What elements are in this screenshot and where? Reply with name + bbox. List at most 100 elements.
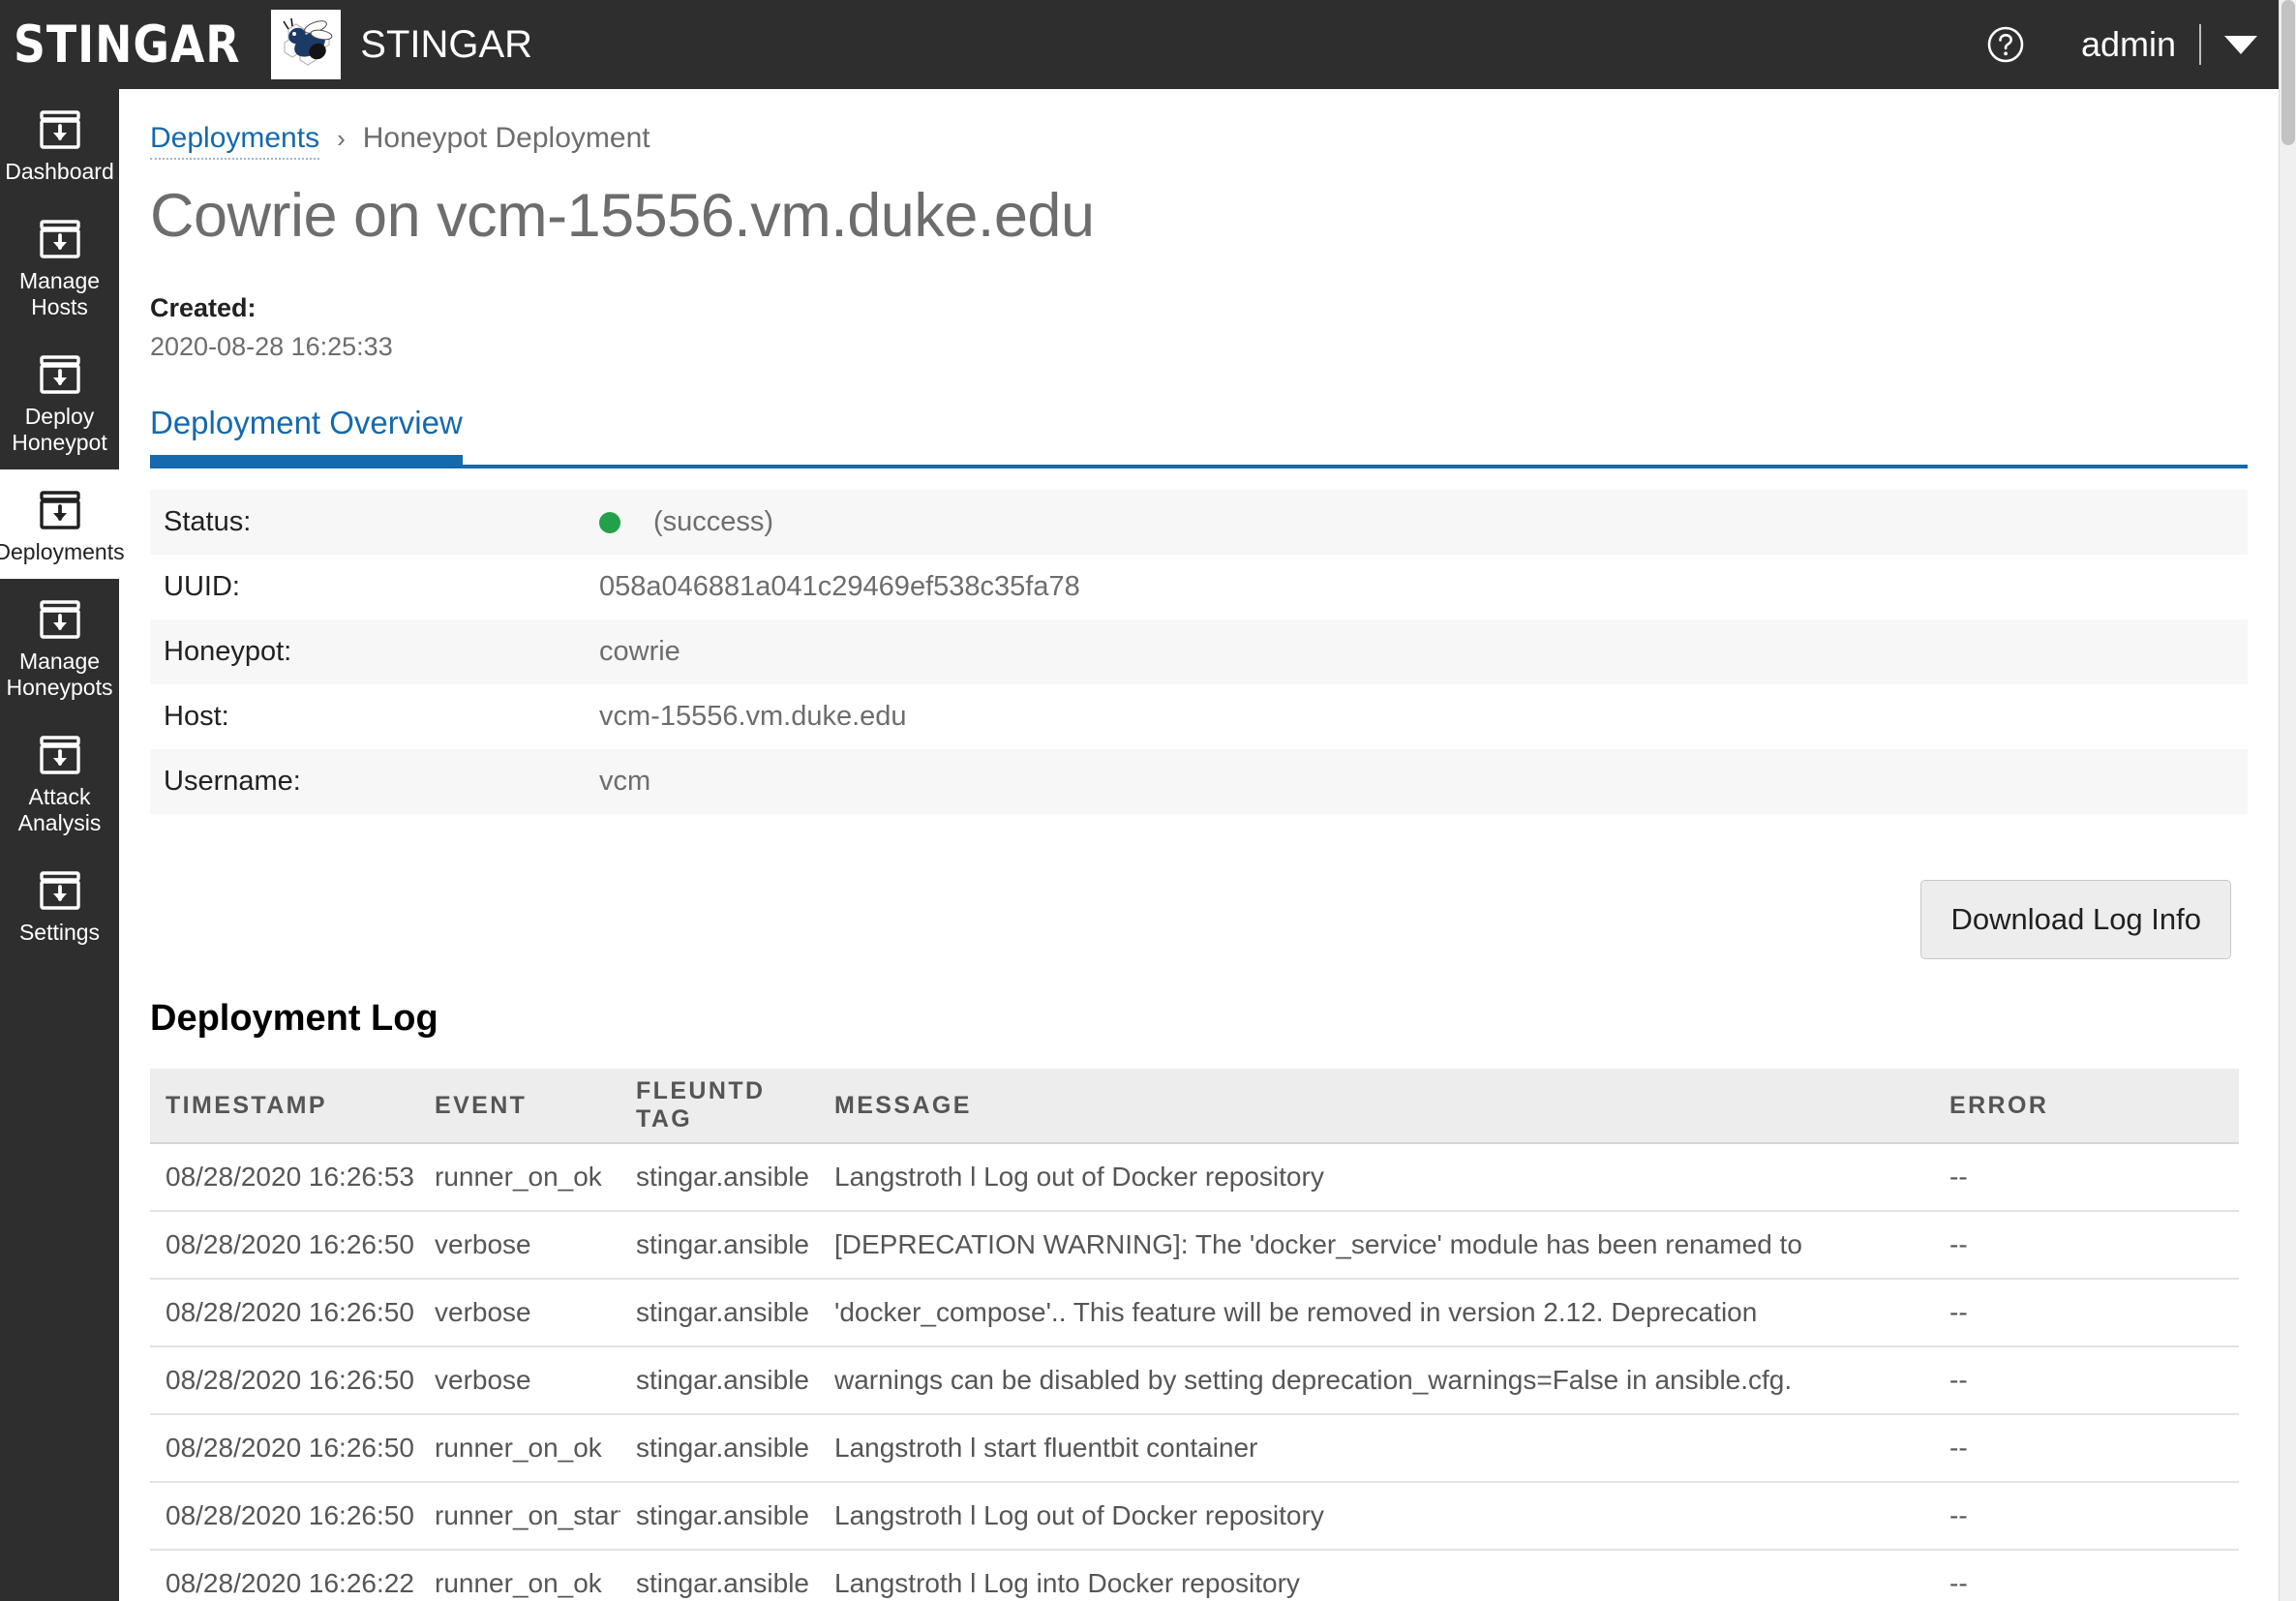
log-cell-error: -- bbox=[1934, 1212, 2239, 1280]
log-cell-timestamp: 08/28/2020 16:26:50 bbox=[150, 1415, 419, 1483]
log-cell-timestamp: 08/28/2020 16:26:50 bbox=[150, 1347, 419, 1415]
tab-deployment-overview[interactable]: Deployment Overview bbox=[150, 405, 463, 468]
log-cell-message: 'docker_compose'.. This feature will be … bbox=[819, 1280, 1934, 1347]
overview-value-text: vcm-15556.vm.duke.edu bbox=[599, 701, 907, 732]
log-cell-event: runner_on_ok bbox=[419, 1551, 620, 1601]
brand-wordmark: STINGAR bbox=[14, 15, 241, 75]
overview-key: Username: bbox=[164, 766, 301, 797]
log-table-row[interactable]: 08/28/2020 16:26:50 verbose stingar.ansibl… bbox=[150, 1212, 2239, 1280]
sidebar-item-label: Manage Honeypots bbox=[6, 649, 113, 700]
breadcrumb-current: Honeypot Deployment bbox=[362, 122, 650, 154]
col-header-error[interactable]: ERROR bbox=[1934, 1069, 2239, 1144]
log-table-head: TIMESTAMP EVENT FLEUNTD TAG MESSAGE ERRO… bbox=[150, 1069, 2239, 1144]
col-header-event[interactable]: EVENT bbox=[419, 1069, 620, 1144]
deployment-log-table: TIMESTAMP EVENT FLEUNTD TAG MESSAGE ERRO… bbox=[150, 1069, 2239, 1601]
overview-value: vcm-15556.vm.duke.edu bbox=[586, 684, 2248, 749]
sidebar-item-label: Deployments bbox=[0, 539, 125, 564]
download-log-info-button[interactable]: Download Log Info bbox=[1920, 880, 2231, 959]
actions-row: Download Log Info bbox=[150, 880, 2248, 959]
header-actions: admin bbox=[1986, 24, 2279, 65]
col-header-timestamp[interactable]: TIMESTAMP bbox=[150, 1069, 419, 1144]
log-cell-timestamp: 08/28/2020 16:26:22 bbox=[150, 1551, 419, 1601]
chevron-down-icon[interactable] bbox=[2224, 35, 2257, 54]
breadcrumb-separator-icon: › bbox=[337, 124, 346, 153]
col-header-fleuntd-tag[interactable]: FLEUNTD TAG bbox=[620, 1069, 819, 1144]
log-table-row[interactable]: 08/28/2020 16:26:50 runner_on_ok stingar.a… bbox=[150, 1415, 2239, 1483]
log-cell-event: verbose bbox=[419, 1212, 620, 1280]
sidebar-item-label: Attack Analysis bbox=[17, 784, 102, 835]
log-cell-message: warnings can be disabled by setting depr… bbox=[819, 1347, 1934, 1415]
log-cell-error: -- bbox=[1934, 1551, 2239, 1601]
tab-bar: Deployment Overview bbox=[150, 405, 2248, 468]
deployment-overview-table: Status: (success) UUID: 058a046881a041c2946… bbox=[150, 490, 2248, 814]
help-circle-icon[interactable] bbox=[1986, 25, 2025, 64]
overview-value-text: 058a046881a041c29469ef538c35fa78 bbox=[599, 571, 1080, 602]
overview-row: Status: (success) bbox=[150, 490, 2248, 555]
bee-logo-icon bbox=[271, 10, 342, 79]
created-timestamp: 2020-08-28 16:25:33 bbox=[150, 332, 393, 361]
col-header-message[interactable]: MESSAGE bbox=[819, 1069, 1934, 1144]
log-cell-error: -- bbox=[1934, 1347, 2239, 1415]
log-cell-event: runner_on_ok bbox=[419, 1415, 620, 1483]
sidebar-item-deployments[interactable]: Deployments bbox=[0, 469, 125, 579]
log-table-row[interactable]: 08/28/2020 16:26:50 verbose stingar.ansibl… bbox=[150, 1347, 2239, 1415]
log-cell-error: -- bbox=[1934, 1483, 2239, 1551]
sidebar-item-deploy-honeypot[interactable]: Deploy Honeypot bbox=[0, 334, 119, 469]
page-title: Cowrie on vcm-15556.vm.duke.edu bbox=[150, 182, 1095, 250]
sidebar-item-label: Manage Hosts bbox=[18, 268, 101, 319]
sidebar-item-manage-hosts[interactable]: Manage Hosts bbox=[0, 198, 119, 334]
log-table-body: 08/28/2020 16:26:53 runner_on_ok stingar.a… bbox=[150, 1144, 2239, 1601]
log-cell-event: runner_on_start bbox=[419, 1483, 620, 1551]
download-box-icon bbox=[37, 216, 83, 262]
log-cell-timestamp: 08/28/2020 16:26:50 bbox=[150, 1483, 419, 1551]
scrollbar-thumb[interactable] bbox=[2281, 0, 2295, 145]
overview-row: Honeypot: cowrie bbox=[150, 619, 2248, 684]
user-menu-label[interactable]: admin bbox=[2081, 24, 2176, 65]
overview-value-text: (success) bbox=[653, 506, 774, 537]
sidebar-item-settings[interactable]: Settings bbox=[0, 850, 119, 959]
overview-key: Status: bbox=[164, 506, 252, 537]
overview-value: cowrie bbox=[586, 619, 2248, 684]
log-cell-message: [DEPRECATION WARNING]: The 'docker_servi… bbox=[819, 1212, 1934, 1280]
page-vertical-scrollbar[interactable] bbox=[2279, 0, 2296, 1601]
sidebar-item-label: Settings bbox=[18, 920, 101, 945]
log-table-row[interactable]: 08/28/2020 16:26:50 runner_on_start stinga… bbox=[150, 1483, 2239, 1551]
overview-row: UUID: 058a046881a041c29469ef538c35fa78 bbox=[150, 555, 2248, 619]
download-box-icon bbox=[37, 596, 83, 643]
log-cell-tag: stingar.ansible bbox=[620, 1144, 819, 1212]
sidebar-item-manage-honeypots[interactable]: Manage Honeypots bbox=[0, 579, 119, 714]
sidebar-item-label: Deploy Honeypot bbox=[12, 404, 107, 455]
breadcrumb: Deployments › Honeypot Deployment bbox=[150, 89, 2248, 160]
log-cell-tag: stingar.ansible bbox=[620, 1415, 819, 1483]
overview-value-text: vcm bbox=[599, 766, 651, 797]
overview-key: UUID: bbox=[164, 571, 240, 602]
log-cell-error: -- bbox=[1934, 1415, 2239, 1483]
log-cell-event: verbose bbox=[419, 1347, 620, 1415]
breadcrumb-link-deployments[interactable]: Deployments bbox=[150, 122, 320, 160]
overview-row: Username: vcm bbox=[150, 749, 2248, 814]
top-header-bar: STINGAR STINGAR admin bbox=[0, 0, 2279, 89]
log-cell-event: verbose bbox=[419, 1280, 620, 1347]
log-table-row[interactable]: 08/28/2020 16:26:53 runner_on_ok stingar.a… bbox=[150, 1144, 2239, 1212]
overview-row: Host: vcm-15556.vm.duke.edu bbox=[150, 684, 2248, 749]
download-box-icon bbox=[37, 732, 83, 778]
created-label: Created: bbox=[150, 293, 257, 322]
overview-value-text: cowrie bbox=[599, 636, 680, 667]
sidebar-item-label: Dashboard bbox=[5, 159, 114, 184]
download-box-icon bbox=[37, 351, 83, 398]
log-cell-error: -- bbox=[1934, 1144, 2239, 1212]
overview-key: Host: bbox=[164, 701, 229, 732]
header-divider bbox=[2199, 24, 2201, 65]
overview-value: (success) bbox=[586, 490, 2248, 555]
status-dot-icon bbox=[599, 511, 620, 533]
log-table-row[interactable]: 08/28/2020 16:26:50 verbose stingar.ansibl… bbox=[150, 1280, 2239, 1347]
log-table-row[interactable]: 08/28/2020 16:26:22 runner_on_ok stingar.a… bbox=[150, 1551, 2239, 1601]
sidebar-item-dashboard[interactable]: Dashboard bbox=[0, 89, 119, 198]
main-content: Deployments › Honeypot Deployment Cowrie… bbox=[119, 89, 2279, 1601]
log-cell-timestamp: 08/28/2020 16:26:50 bbox=[150, 1280, 419, 1347]
sidebar-item-attack-analysis[interactable]: Attack Analysis bbox=[0, 714, 119, 850]
log-cell-error: -- bbox=[1934, 1280, 2239, 1347]
download-box-icon bbox=[37, 487, 83, 533]
deployment-log-heading: Deployment Log bbox=[150, 998, 438, 1039]
download-box-icon bbox=[37, 867, 83, 914]
